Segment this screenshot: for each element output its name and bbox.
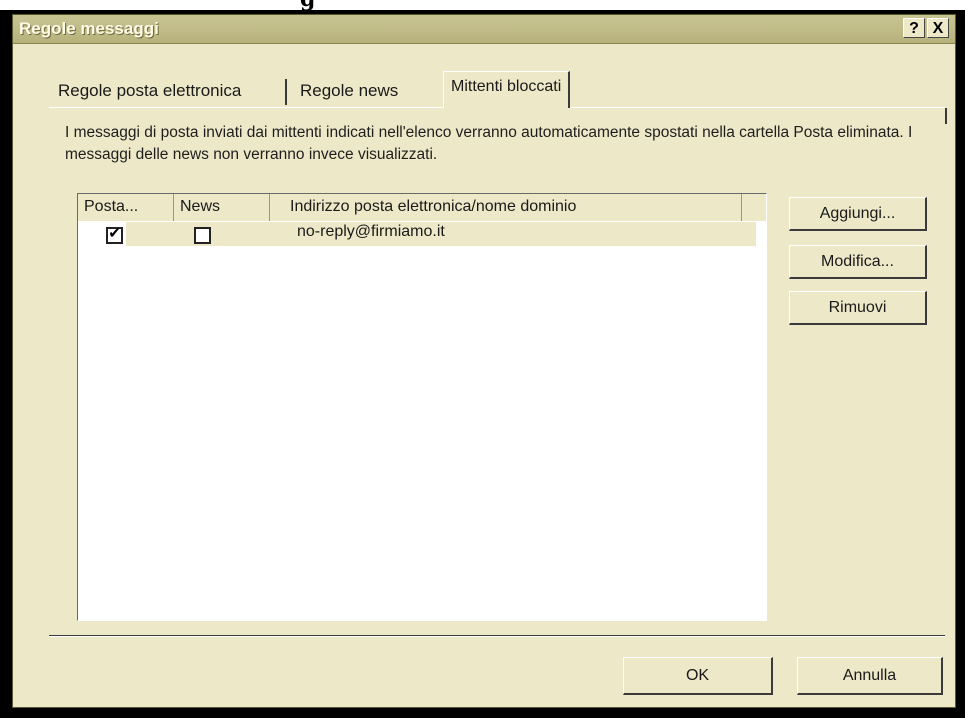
page-edge <box>0 0 965 10</box>
column-header-news[interactable]: News <box>174 194 270 221</box>
description-text: I messaggi di posta inviati dai mittenti… <box>65 124 913 163</box>
title-bar: Regole messaggi ? X <box>13 15 955 44</box>
ok-button[interactable]: OK <box>623 657 773 695</box>
add-button[interactable]: Aggiungi... <box>789 197 927 231</box>
cancel-button[interactable]: Annulla <box>797 657 943 695</box>
list-header: Posta... News Indirizzo posta elettronic… <box>78 194 766 221</box>
close-button[interactable]: X <box>927 18 949 38</box>
checkmark-icon: ✔ <box>108 225 121 242</box>
cropped-heading-fragment: g <box>300 0 315 12</box>
window-title: Regole messaggi <box>19 19 159 38</box>
tab-blocked-senders[interactable]: Mittenti bloccati <box>443 71 571 108</box>
tab-news-rules[interactable]: Regole news <box>293 76 405 108</box>
message-rules-dialog: Regole messaggi ? X Regole posta elettro… <box>12 14 956 708</box>
help-button[interactable]: ? <box>903 18 925 38</box>
edit-button[interactable]: Modifica... <box>789 245 927 279</box>
row-address: no-reply@firmiamo.it <box>297 223 445 240</box>
blocked-senders-list[interactable]: Posta... News Indirizzo posta elettronic… <box>77 193 767 621</box>
mail-block-checkbox[interactable]: ✔ <box>106 225 123 244</box>
column-header-address[interactable]: Indirizzo posta elettronica/nome dominio <box>270 194 742 221</box>
tab-email-rules[interactable]: Regole posta elettronica <box>51 76 248 108</box>
news-block-checkbox[interactable] <box>194 227 211 244</box>
column-header-mail[interactable]: Posta... <box>78 194 174 221</box>
tab-divider <box>285 79 287 105</box>
tab-page-edge-mark <box>945 108 947 124</box>
list-row[interactable]: ✔ no-reply@firmiamo.it <box>78 222 766 246</box>
footer-separator-highlight <box>49 636 945 637</box>
remove-button[interactable]: Rimuovi <box>789 291 927 325</box>
